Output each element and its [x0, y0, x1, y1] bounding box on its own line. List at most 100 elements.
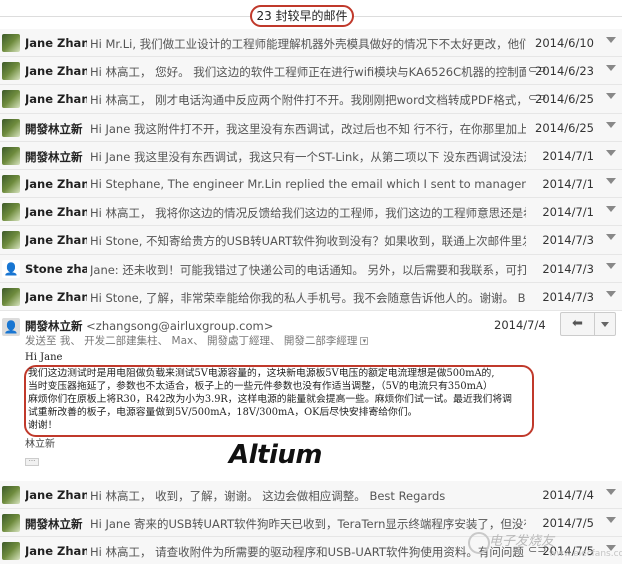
thread-snippet: Jane: 还未收到！可能我错过了快递公司的电话通知。 另外，以后需要和我联系，…: [90, 262, 526, 277]
thread-sender: Stone zhang: [25, 261, 87, 276]
thread-list-lower: Jane ZhangHi 林高工， 收到，了解，谢谢。 这边会做相应调整。 Be…: [0, 481, 622, 564]
thread-date: 2014/7/5: [542, 516, 594, 531]
thread-snippet: Hi 林高工， 我将你这边的情况反馈给我们这边的工程师，我们这边的工程师意思还是…: [90, 206, 526, 221]
avatar: [2, 231, 20, 250]
thread-date: 2014/6/25: [535, 120, 594, 135]
reply-button[interactable]: ⬅: [561, 313, 595, 335]
chevron-down-icon[interactable]: [606, 149, 616, 156]
chevron-down-icon[interactable]: [606, 206, 616, 213]
chevron-down-icon[interactable]: [606, 93, 616, 100]
recipients-text: 发送至 我、 开发二部建集柱、 Max、 開發處丁經理、 開發二部李經理: [25, 335, 358, 347]
more-actions-button[interactable]: [595, 313, 615, 335]
avatar: [2, 146, 20, 165]
body-line: 麻烦你们在原板上将R30，R42改为小为3.9R，这样电源的能量就会提高一些。麻…: [28, 394, 512, 405]
body-line: 谢谢！: [28, 420, 58, 431]
thread-row[interactable]: Jane ZhangHi Mr.Li, 我们做工业设计的工程师能理解机器外壳模具…: [0, 29, 622, 58]
thread-row[interactable]: Jane ZhangHi 林高工， 您好。 我们这边的软件工程师正在进行wifi…: [0, 57, 622, 86]
avatar: [2, 90, 20, 109]
thread-sender: Jane Zhang: [25, 289, 87, 304]
thread-row[interactable]: 開發林立新 Hi Jane 我这里没有东西调试，我这只有一个ST-Link，从第二…: [0, 141, 622, 170]
sender-name[interactable]: 開發林立新: [25, 319, 83, 333]
body-line: 当时变压器拖延了，参数也不太适合，板子上的一些元件参数也没有作适当调整，（5V的…: [28, 381, 493, 392]
thread-snippet: Hi Jane 我这附件打不开，我这里没有东西调试，改过后也不知 行不行，在你那…: [90, 121, 526, 136]
thread-snippet: Hi Mr.Li, 我们做工业设计的工程师能理解机器外壳模具做好的情况下不太好更…: [90, 37, 526, 51]
avatar: [2, 203, 20, 222]
message-body: 我们这边测试时是用电阻做负载来测试5V电源容量的，这块新电源板5V电压的额定电流…: [28, 367, 528, 432]
avatar: [2, 62, 20, 81]
body-line: 试重新改善的板子，电源容量做到5V/500mA，18V/300mA，OK后尽快安…: [28, 407, 418, 418]
message-greeting: Hi Jane: [25, 352, 63, 363]
chevron-down-icon[interactable]: [606, 65, 616, 72]
reply-button-group: ⬅: [560, 312, 616, 336]
thread-snippet: Hi 林高工， 刚才电话沟通中反应两个附件打不开。我刚刚把word文档转成PDF…: [90, 93, 526, 108]
thread-sender: Jane Zhang: [25, 205, 87, 220]
thread-date: 2014/6/10: [535, 36, 594, 50]
thread-date: 2014/7/3: [542, 261, 594, 276]
thread-sender: 開發林立新: [25, 121, 83, 136]
chevron-down-icon[interactable]: [606, 177, 616, 184]
thread-row[interactable]: 👤 Stone zhangJane: 还未收到！可能我错过了快递公司的电话通知。 …: [0, 254, 622, 283]
avatar: [2, 34, 20, 52]
chevron-down-icon[interactable]: [606, 234, 616, 241]
recipients-line: 发送至 我、 开发二部建集柱、 Max、 開發處丁經理、 開發二部李經理 ▾: [25, 333, 369, 348]
thread-list: Jane ZhangHi Mr.Li, 我们做工业设计的工程师能理解机器外壳模具…: [0, 29, 622, 311]
older-messages-button[interactable]: 23 封较早的邮件: [250, 5, 354, 27]
thread-sender: 開發林立新: [25, 517, 83, 532]
chevron-down-icon[interactable]: [606, 262, 616, 269]
avatar: [2, 174, 20, 193]
chevron-down-icon[interactable]: [606, 290, 616, 297]
avatar: [2, 514, 20, 533]
thread-snippet: Hi Stephane, The engineer Mr.Lin replied…: [90, 176, 526, 191]
thread-sender: Jane Zhang: [25, 544, 87, 559]
thread-sender: Jane Zhang: [25, 488, 87, 502]
older-messages-bar: 23 封较早的邮件: [0, 0, 622, 30]
chevron-down-icon[interactable]: [606, 517, 616, 524]
thread-snippet: Hi 林高工， 您好。 我们这边的软件工程师正在进行wifi模块与KA6526C…: [90, 65, 526, 80]
avatar: [2, 486, 20, 504]
thread-sender: Jane Zhang: [25, 233, 87, 248]
chevron-down-icon[interactable]: [606, 37, 616, 43]
avatar: [2, 542, 20, 561]
watermark-logo-icon: [468, 532, 490, 554]
thread-row[interactable]: Jane ZhangHi 林高工， 我将你这边的情况反馈给我们这边的工程师，我们…: [0, 198, 622, 227]
thread-row[interactable]: Jane ZhangHi 林高工， 收到，了解，谢谢。 这边会做相应调整。 Be…: [0, 481, 622, 510]
sender-email: <zhangsong@airluxgroup.com>: [86, 319, 274, 333]
from-line: 開發林立新 <zhangsong@airluxgroup.com>: [25, 318, 273, 334]
thread-row[interactable]: Jane ZhangHi Stone, 了解，非常荣幸能给你我的私人手机号。我不…: [0, 282, 622, 311]
reply-icon: ⬅: [572, 316, 583, 331]
thread-snippet: Hi 林高工， 收到，了解，谢谢。 这边会做相应调整。 Best Regards: [90, 489, 446, 503]
thread-sender: Jane Zhang: [25, 176, 87, 191]
thread-snippet: Hi Jane 我这里没有东西调试，我这只有一个ST-Link，从第二项以下 没…: [90, 149, 526, 164]
thread-date: 2014/6/25: [535, 92, 594, 107]
thread-date: 2014/7/1: [542, 176, 594, 191]
chevron-down-icon[interactable]: [606, 489, 616, 495]
thread-date: 2014/6/23: [535, 64, 594, 79]
thread-row[interactable]: Jane ZhangHi Stone, 不知寄给贵方的USB转UART软件狗收到…: [0, 226, 622, 255]
thread-snippet: Hi Jane 寄来的USB转UART软件狗昨天已收到，TeraTern显示终端…: [90, 517, 526, 532]
altium-logo: Altium: [229, 440, 322, 470]
thread-date: 2014/7/1: [542, 205, 594, 220]
thread-sender: Jane Zhang: [25, 64, 87, 79]
chevron-down-icon[interactable]: [606, 121, 616, 128]
thread-date: 2014/7/3: [542, 289, 594, 304]
watermark-text: 电子发烧友: [489, 534, 555, 549]
thread-sender: 開發林立新: [25, 149, 83, 164]
thread-snippet: Hi 林高工， 请查收附件为所需要的驱动程序和USB-UART软件狗使用资料。有…: [90, 545, 524, 560]
recipients-toggle-icon[interactable]: ▾: [360, 337, 369, 345]
thread-date: 2014/7/1: [542, 148, 594, 163]
thread-date: 2014/7/3: [542, 233, 594, 248]
watermark-url: www.elecfans.com: [549, 549, 622, 559]
thread-snippet: Hi Stone, 不知寄给贵方的USB转UART软件狗收到没有？如果收到，联通…: [90, 234, 526, 249]
thread-row[interactable]: Jane ZhangHi 林高工， 刚才电话沟通中反应两个附件打不开。我刚刚把w…: [0, 85, 622, 114]
message-signature: 林立新: [25, 439, 55, 450]
thread-row[interactable]: 開發林立新 Hi Jane 我这附件打不开，我这里没有东西调试，改过后也不知 行不…: [0, 113, 622, 142]
avatar: 👤: [2, 318, 20, 336]
thread-snippet: Hi Stone, 了解，非常荣幸能给你我的私人手机号。我不会随意告诉他人的。谢…: [90, 290, 526, 305]
avatar: 👤: [2, 259, 20, 278]
avatar: [2, 118, 20, 137]
thread-sender: Jane Zhang: [25, 36, 87, 50]
message-date: 2014/7/4: [494, 318, 546, 332]
thread-row[interactable]: Jane ZhangHi Stephane, The engineer Mr.L…: [0, 169, 622, 199]
show-trimmed-content-button[interactable]: ···: [25, 458, 39, 466]
thread-sender: Jane Zhang: [25, 92, 87, 107]
